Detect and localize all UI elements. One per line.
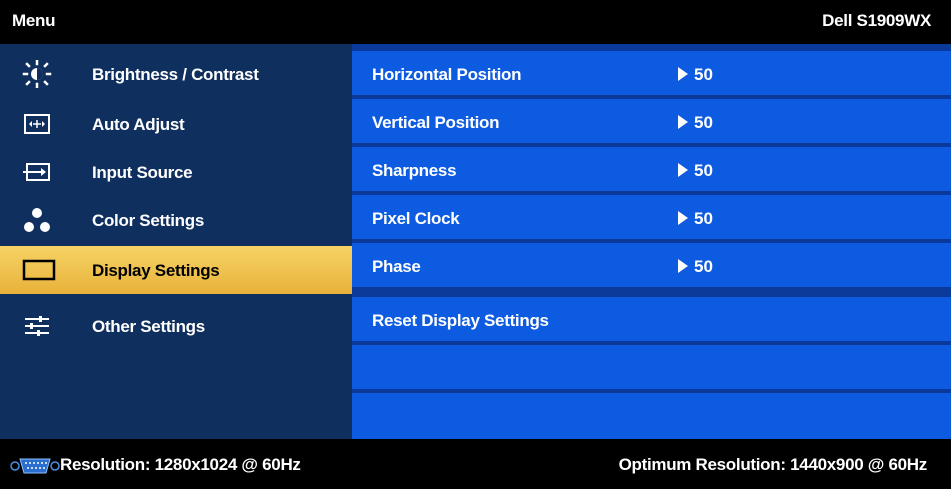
setting-sharpness[interactable]: Sharpness 50 (352, 147, 951, 193)
setting-horizontal-position[interactable]: Horizontal Position 50 (352, 51, 951, 97)
header-bar: Menu Dell S1909WX (0, 0, 951, 44)
setting-label: Reset Display Settings (372, 311, 549, 330)
sidebar-item-label: Other Settings (92, 317, 205, 336)
setting-value: 50 (678, 257, 713, 277)
settings-panel: Horizontal Position 50 Vertical Position… (352, 44, 951, 439)
setting-pixel-clock[interactable]: Pixel Clock 50 (352, 195, 951, 241)
osd-window: Menu Dell S1909WX Brightness / Contrast (0, 0, 951, 489)
brightness-icon (22, 58, 52, 90)
arrow-right-icon (678, 163, 688, 177)
menu-title: Menu (12, 11, 56, 30)
arrow-right-icon (678, 211, 688, 225)
setting-label: Vertical Position (372, 113, 500, 132)
color-settings-icon (22, 206, 52, 234)
sidebar-item-auto-adjust[interactable]: Auto Adjust (0, 100, 352, 148)
sidebar-menu: Brightness / Contrast Auto Adjust Input … (0, 44, 352, 439)
arrow-right-icon (678, 259, 688, 273)
sidebar-item-display-settings[interactable]: Display Settings (0, 246, 352, 294)
setting-value: 50 (678, 161, 713, 181)
setting-empty-row (352, 345, 951, 391)
sidebar-item-label: Input Source (92, 163, 193, 182)
sidebar-item-label: Brightness / Contrast (92, 65, 259, 84)
setting-reset-display-settings[interactable]: Reset Display Settings (352, 297, 951, 343)
monitor-model: Dell S1909WX (822, 11, 931, 30)
sidebar-item-label: Color Settings (92, 211, 204, 230)
input-source-icon (22, 158, 52, 186)
sidebar-item-other-settings[interactable]: Other Settings (0, 302, 352, 350)
sidebar-item-color-settings[interactable]: Color Settings (0, 196, 352, 244)
sidebar-item-brightness-contrast[interactable]: Brightness / Contrast (0, 50, 352, 98)
setting-label: Horizontal Position (372, 65, 522, 84)
current-resolution: Resolution: 1280x1024 @ 60Hz (60, 455, 301, 474)
vga-connector-icon (10, 456, 60, 476)
auto-adjust-icon (22, 110, 52, 138)
footer-bar: Resolution: 1280x1024 @ 60Hz Optimum Res… (0, 439, 951, 489)
optimum-resolution: Optimum Resolution: 1440x900 @ 60Hz (618, 455, 928, 474)
arrow-right-icon (678, 115, 688, 129)
sidebar-item-label: Display Settings (92, 261, 220, 280)
setting-empty-row (352, 393, 951, 439)
display-settings-icon (22, 256, 56, 284)
setting-vertical-position[interactable]: Vertical Position 50 (352, 99, 951, 145)
arrow-right-icon (678, 67, 688, 81)
sidebar-item-label: Auto Adjust (92, 115, 185, 134)
setting-phase[interactable]: Phase 50 (352, 243, 951, 289)
setting-value: 50 (678, 209, 713, 229)
setting-value: 50 (678, 65, 713, 85)
sidebar-item-input-source[interactable]: Input Source (0, 148, 352, 196)
setting-label: Sharpness (372, 161, 457, 180)
setting-label: Pixel Clock (372, 209, 460, 228)
setting-value: 50 (678, 113, 713, 133)
other-settings-icon (22, 312, 52, 340)
setting-label: Phase (372, 257, 421, 276)
